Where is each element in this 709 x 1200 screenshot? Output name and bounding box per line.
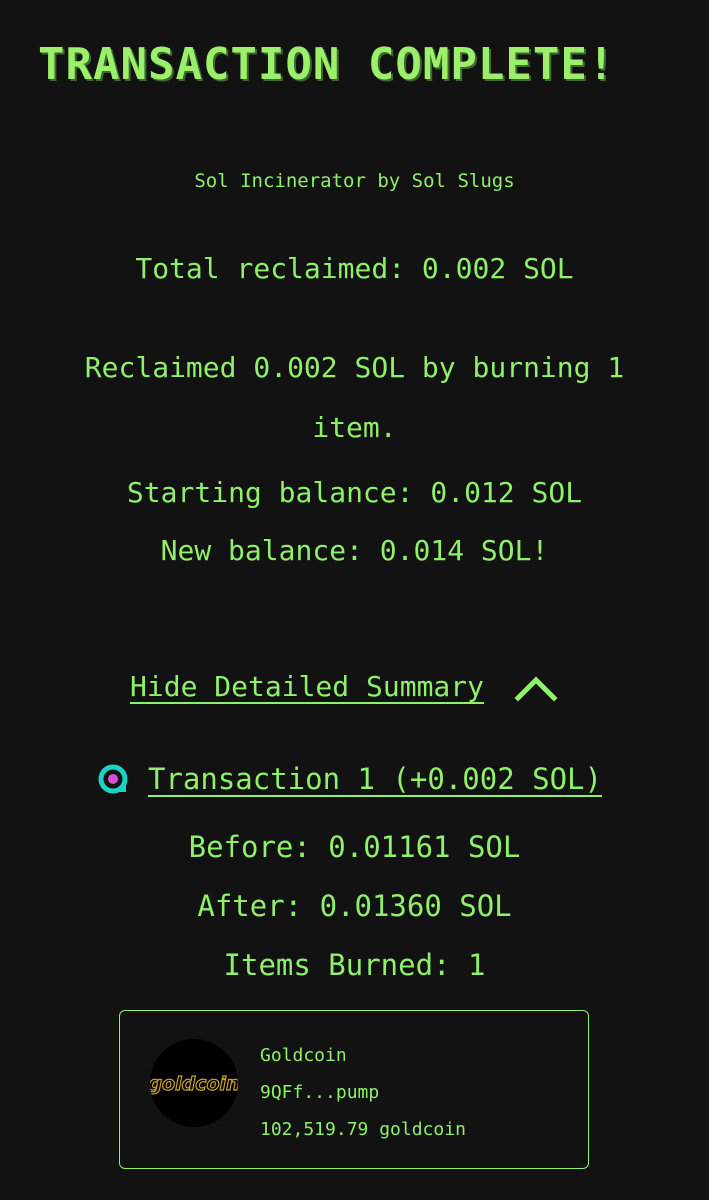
token-address: 9QFf...pump xyxy=(260,1082,380,1103)
chevron-up-icon[interactable] xyxy=(514,672,558,702)
transaction-row: Transaction 1 (+0.002 SOL) xyxy=(96,762,602,796)
token-amount: 102,519.79 goldcoin xyxy=(260,1119,466,1140)
transaction-link[interactable]: Transaction 1 (+0.002 SOL) xyxy=(148,762,602,796)
token-card: goldcoin Goldcoin 9QFf...pump 102,519.79… xyxy=(119,1010,589,1169)
hide-summary-toggle[interactable]: Hide Detailed Summary xyxy=(130,670,558,703)
svg-text:goldcoin: goldcoin xyxy=(150,1073,238,1095)
explorer-icon[interactable] xyxy=(96,762,130,796)
token-logo: goldcoin xyxy=(150,1039,238,1127)
before-balance: Before: 0.01161 SOL xyxy=(188,830,521,864)
after-balance: After: 0.01360 SOL xyxy=(197,889,512,923)
app-subtitle: Sol Incinerator by Sol Slugs xyxy=(194,170,515,192)
starting-balance: Starting balance: 0.012 SOL xyxy=(126,476,583,509)
page-title: TRANSACTION COMPLETE! xyxy=(38,39,616,90)
summary-toggle-label[interactable]: Hide Detailed Summary xyxy=(130,670,484,703)
reclaimed-message: Reclaimed 0.002 SOL by burning 1 item. xyxy=(84,351,625,444)
token-name: Goldcoin xyxy=(260,1045,347,1066)
items-burned: Items Burned: 1 xyxy=(223,948,486,982)
new-balance: New balance: 0.014 SOL! xyxy=(160,534,549,567)
token-info: Goldcoin 9QFf...pump 102,519.79 goldcoin xyxy=(260,1037,466,1148)
total-reclaimed: Total reclaimed: 0.002 SOL xyxy=(135,252,574,285)
